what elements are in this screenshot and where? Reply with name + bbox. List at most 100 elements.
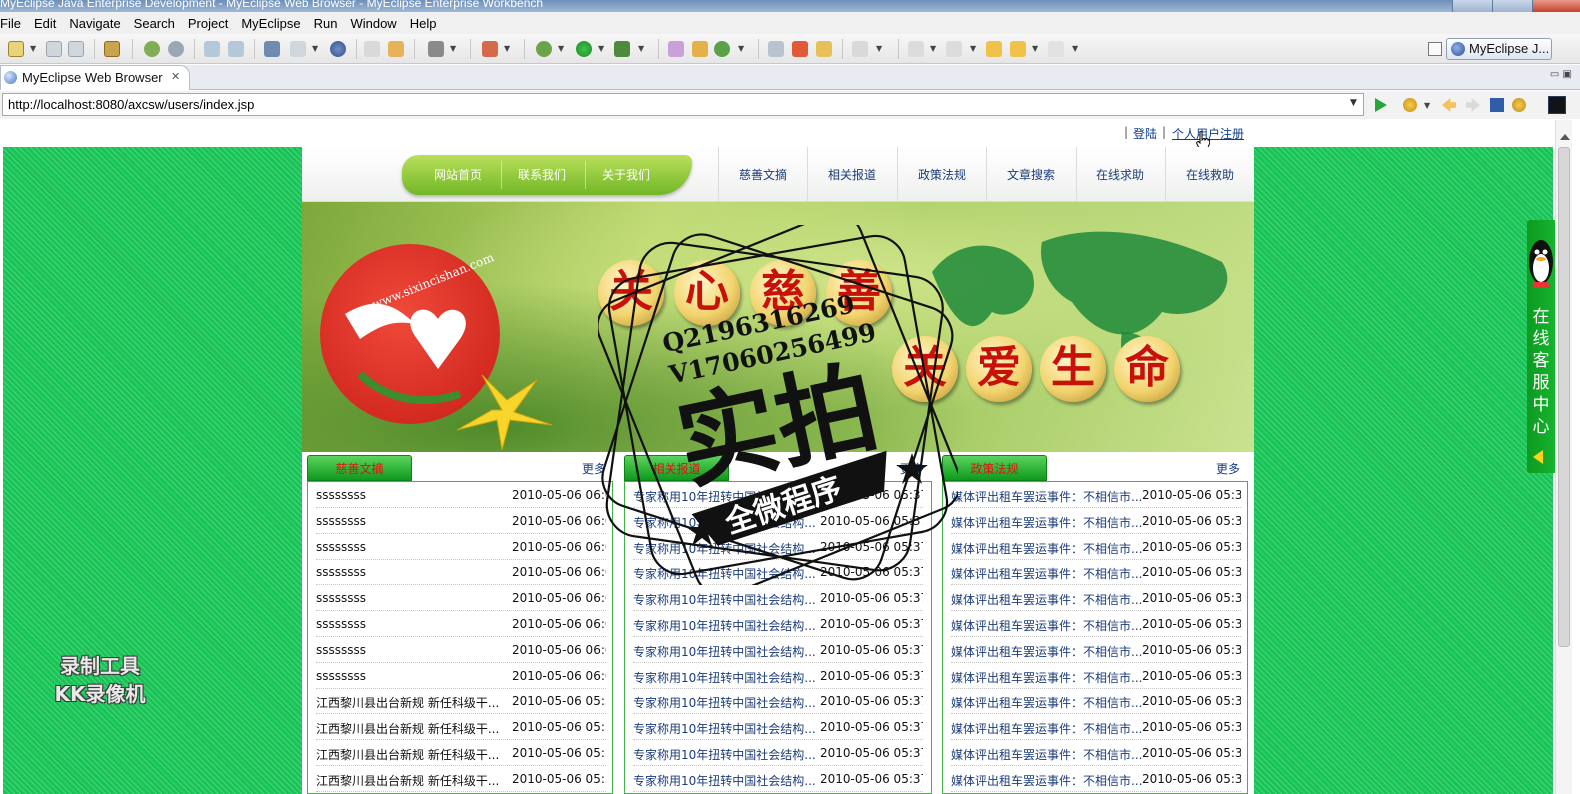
list-item-title[interactable]: 媒体评出租车罢运事件：不相信市... xyxy=(951,565,1142,582)
favorites-icon[interactable] xyxy=(1403,98,1417,112)
nav-about[interactable]: 关于我们 xyxy=(602,166,650,183)
list-item[interactable]: ssssssss 2010-05-06 06:01 xyxy=(316,482,606,508)
list-item[interactable]: 专家称用10年扭转中国社会结构... 2010-05-06 05:37 xyxy=(633,663,923,689)
list-item[interactable]: 媒体评出租车罢运事件：不相信市... 2010-05-06 05:39 xyxy=(951,559,1241,586)
nav-policies[interactable]: 政策法规 xyxy=(918,166,966,183)
browser-mode-icon[interactable] xyxy=(1548,96,1566,114)
list-item-title[interactable]: 江西黎川县出台新规 新任科级干... xyxy=(316,694,499,711)
reload-icon[interactable] xyxy=(1512,98,1526,112)
list-item[interactable]: ssssssss 2010-05-06 06:00 xyxy=(316,637,606,663)
forward-icon[interactable] xyxy=(1048,41,1064,57)
report-icon[interactable] xyxy=(290,41,306,57)
menu-navigate[interactable]: Navigate xyxy=(63,16,127,31)
browser-forward-icon[interactable] xyxy=(1466,98,1480,112)
window-close-button[interactable] xyxy=(1532,0,1580,12)
nav-related-reports[interactable]: 相关报道 xyxy=(828,166,876,183)
menu-help[interactable]: Help xyxy=(404,16,444,31)
list-item[interactable]: 媒体评出租车罢运事件：不相信市... 2010-05-06 05:39 xyxy=(951,766,1241,792)
list-item[interactable]: 江西黎川县出台新规 新任科级干... 2010-05-06 05:35 xyxy=(316,740,606,766)
url-history-dropdown-icon[interactable]: ▼ xyxy=(1350,98,1357,108)
new-file-icon[interactable] xyxy=(8,41,24,57)
list-item[interactable]: 专家称用10年扭转中国社会结构... 2010-05-06 05:37 xyxy=(633,714,923,741)
list-item-title[interactable]: ssssssss xyxy=(316,565,366,579)
list-item-title[interactable]: ssssssss xyxy=(316,643,366,657)
list-item[interactable]: 专家称用10年扭转中国社会结构... 2010-05-06 05:37 xyxy=(633,611,923,637)
debug-icon[interactable] xyxy=(536,41,552,57)
camera-icon[interactable] xyxy=(428,41,444,57)
list-item[interactable]: 江西黎川县出台新规 新任科级干... 2010-05-06 05:35 xyxy=(316,688,606,715)
chevron-down-icon[interactable]: ▼ xyxy=(1032,44,1038,53)
list-item-title[interactable]: 媒体评出租车罢运事件：不相信市... xyxy=(951,540,1142,557)
list-item-title[interactable]: 江西黎川县出台新规 新任科级干... xyxy=(316,720,499,737)
maximize-button[interactable] xyxy=(1492,0,1532,12)
list-item[interactable]: ssssssss 2010-05-06 06:01 xyxy=(316,534,606,560)
deploy-icon[interactable] xyxy=(144,41,160,57)
vertical-scrollbar[interactable] xyxy=(1555,120,1572,794)
list-item-title[interactable]: 专家称用10年扭转中国社会结构... xyxy=(633,669,816,686)
search-files-icon[interactable] xyxy=(768,41,784,57)
save-icon[interactable] xyxy=(46,41,62,57)
nav-online-rescue[interactable]: 在线救助 xyxy=(1186,166,1234,183)
list-item-title[interactable]: 专家称用10年扭转中国社会结构... xyxy=(633,617,816,634)
list-item-title[interactable]: 专家称用10年扭转中国社会结构... xyxy=(633,720,816,737)
open-task-icon[interactable] xyxy=(852,41,868,57)
minimize-button[interactable] xyxy=(1452,0,1492,12)
list-item[interactable]: 江西黎川县出台新规 新任科级干... 2010-05-06 05:35 xyxy=(316,766,606,792)
list-item[interactable]: 媒体评出租车罢运事件：不相信市... 2010-05-06 05:39 xyxy=(951,688,1241,715)
next-annotation-icon[interactable] xyxy=(908,41,924,57)
list-item[interactable]: 媒体评出租车罢运事件：不相信市... 2010-05-06 05:39 xyxy=(951,714,1241,741)
list-item-title[interactable]: 专家称用10年扭转中国社会结构... xyxy=(633,643,816,660)
previous-annotation-icon[interactable] xyxy=(946,41,962,57)
list-item-title[interactable]: 媒体评出租车罢运事件：不相信市... xyxy=(951,772,1142,789)
list-item-title[interactable]: 专家称用10年扭转中国社会结构... xyxy=(633,694,816,711)
list-item-title[interactable]: 媒体评出租车罢运事件：不相信市... xyxy=(951,643,1142,660)
save-all-icon[interactable] xyxy=(68,41,84,57)
list-item[interactable]: 专家称用10年扭转中国社会结构... 2010-05-06 05:37 xyxy=(633,688,923,715)
list-item[interactable]: 媒体评出租车罢运事件：不相信市... 2010-05-06 05:39 xyxy=(951,740,1241,766)
external-tools-icon[interactable] xyxy=(614,41,630,57)
scroll-up-icon[interactable] xyxy=(1560,134,1570,140)
chevron-down-icon[interactable]: ▼ xyxy=(598,44,604,53)
web-service-icon[interactable] xyxy=(228,41,244,57)
menu-file[interactable]: File xyxy=(0,16,28,31)
chevron-down-icon[interactable]: ▼ xyxy=(30,44,36,53)
new-wizard-icon[interactable] xyxy=(482,41,498,57)
menu-run[interactable]: Run xyxy=(308,16,345,31)
list-item[interactable]: 媒体评出租车罢运事件：不相信市... 2010-05-06 05:39 xyxy=(951,482,1241,508)
list-item[interactable]: 媒体评出租车罢运事件：不相信市... 2010-05-06 05:39 xyxy=(951,611,1241,637)
stop-icon[interactable] xyxy=(1490,98,1504,112)
chevron-down-icon[interactable]: ▼ xyxy=(504,44,510,53)
new-package-icon[interactable] xyxy=(692,41,708,57)
chevron-down-icon[interactable]: ▼ xyxy=(876,44,882,53)
menu-window[interactable]: Window xyxy=(344,16,403,31)
list-item[interactable]: 江西黎川县出台新规 新任科级干... 2010-05-06 05:35 xyxy=(316,714,606,741)
chevron-down-icon[interactable]: ▼ xyxy=(1072,44,1078,53)
database-icon[interactable] xyxy=(264,41,280,57)
list-item-title[interactable]: 媒体评出租车罢运事件：不相信市... xyxy=(951,514,1142,531)
list-item[interactable]: 媒体评出租车罢运事件：不相信市... 2010-05-06 05:39 xyxy=(951,508,1241,534)
list-item[interactable]: 媒体评出租车罢运事件：不相信市... 2010-05-06 05:39 xyxy=(951,663,1241,689)
list-item-title[interactable]: 江西黎川县出台新规 新任科级干... xyxy=(316,746,499,763)
list-item[interactable]: 专家称用10年扭转中国社会结构... 2010-05-06 05:37 xyxy=(633,637,923,663)
perspective-button[interactable]: MyEclipse J... xyxy=(1446,38,1552,60)
import-icon[interactable] xyxy=(388,41,404,57)
minimize-maximize-view-icon[interactable]: ▭ ▣ xyxy=(1550,69,1572,80)
nav-charity-digest[interactable]: 慈善文摘 xyxy=(739,166,787,183)
list-item-title[interactable]: ssssssss xyxy=(316,669,366,683)
chevron-down-icon[interactable]: ▼ xyxy=(450,44,456,53)
login-link[interactable]: 登陆 xyxy=(1133,125,1157,142)
chevron-down-icon[interactable]: ▼ xyxy=(558,44,564,53)
list-item[interactable]: 媒体评出租车罢运事件：不相信市... 2010-05-06 05:39 xyxy=(951,534,1241,560)
list-item-title[interactable]: 媒体评出租车罢运事件：不相信市... xyxy=(951,617,1142,634)
list-item[interactable]: ssssssss 2010-05-06 06:01 xyxy=(316,508,606,534)
chevron-down-icon[interactable]: ▼ xyxy=(312,44,318,53)
nav-contact[interactable]: 联系我们 xyxy=(518,166,566,183)
chevron-down-icon[interactable]: ▼ xyxy=(970,44,976,53)
package-icon[interactable] xyxy=(104,41,120,57)
more-link[interactable]: 更多 xyxy=(1216,460,1240,477)
list-item[interactable]: ssssssss 2010-05-06 06:00 xyxy=(316,585,606,612)
tab-charity-digest[interactable]: 慈善文摘 xyxy=(307,455,412,481)
list-item-title[interactable]: ssssssss xyxy=(316,617,366,631)
go-icon[interactable] xyxy=(1375,98,1387,112)
list-item[interactable]: 专家称用10年扭转中国社会结构... 2010-05-06 05:37 xyxy=(633,585,923,612)
